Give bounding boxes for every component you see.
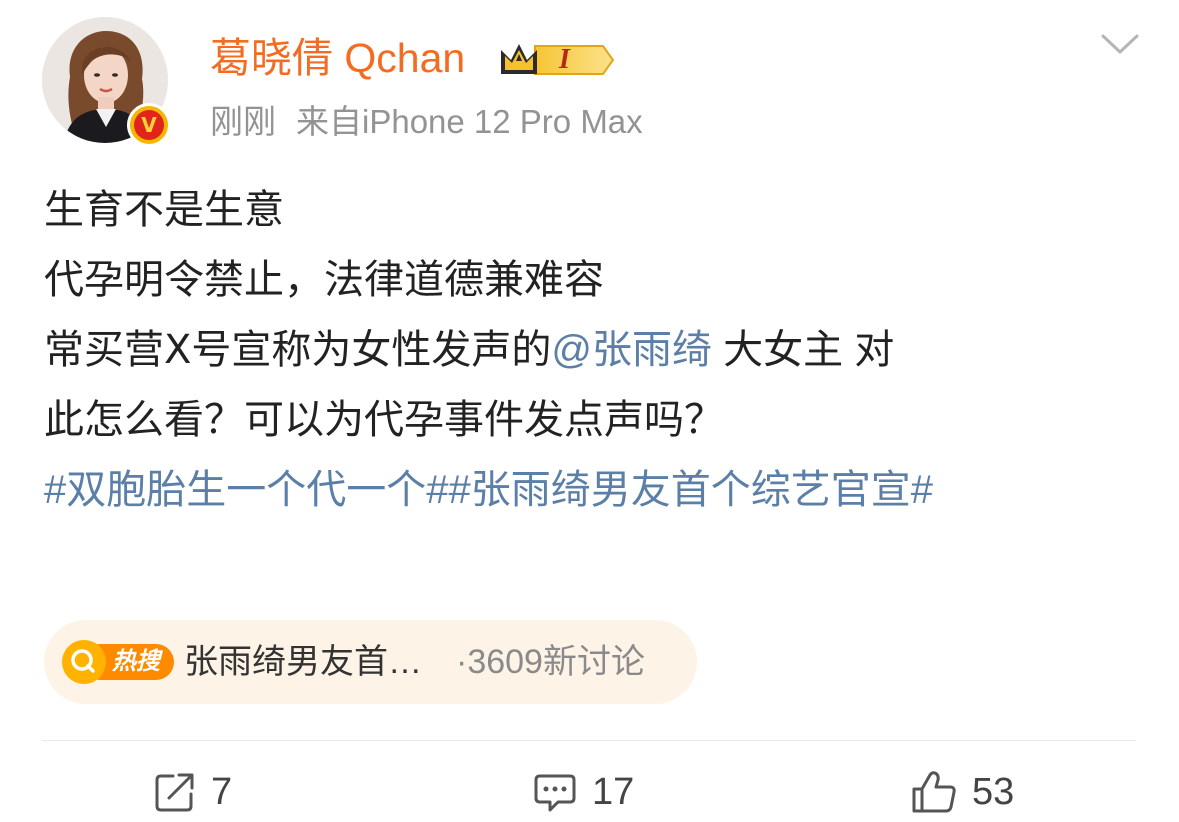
content-line: 常买营Ⅹ号宣称为女性发声的@张雨绮 大女主 对 [44,315,1144,385]
post-content: 生育不是生意 代孕明令禁止，法律道德兼难容 常买营Ⅹ号宣称为女性发声的@张雨绮 … [44,175,1144,525]
content-text: 常买营Ⅹ号宣称为女性发声的 [44,328,552,372]
content-line: 生育不是生意 [44,188,284,232]
author-name[interactable]: 葛晓倩 Qchan [210,32,465,84]
post-meta: 刚刚 来自iPhone 12 Pro Max [210,100,643,144]
vip-badge[interactable]: I [497,38,615,82]
divider [42,740,1136,741]
repost-button[interactable]: 7 [153,762,232,822]
content-line: 代孕明令禁止，法律道德兼难容 [44,258,604,302]
post-source[interactable]: 来自iPhone 12 Pro Max [296,103,643,140]
comment-button[interactable]: 17 [532,762,634,822]
like-count: 53 [972,771,1015,813]
hashtag-links[interactable]: #双胞胎生一个代一个##张雨绮男友首个综艺官宣# [44,455,1144,525]
like-button[interactable]: 53 [910,762,1014,822]
hot-search-card[interactable]: 热搜 张雨绮男友首… ·3609新讨论 [44,620,697,704]
comment-icon [534,774,576,812]
share-icon [155,773,194,812]
verified-badge-icon: V [127,103,171,147]
thumbs-up-icon [912,771,956,813]
mention-link[interactable]: @张雨绮 [551,328,712,372]
hot-search-badge-label: 热搜 [112,648,160,675]
repost-count: 7 [211,771,233,813]
hot-search-count: ·3609新讨论 [456,643,645,681]
crown-icon [501,44,537,74]
content-line: 此怎么看？可以为代孕事件发点声吗？ [44,398,724,442]
content-text: 大女主 对 [712,328,895,372]
chevron-down-icon[interactable] [1099,30,1141,58]
hot-search-title: 张雨绮男友首… [184,643,422,681]
verified-mark: V [134,110,164,140]
comment-count: 17 [592,771,635,813]
post-time: 刚刚 [210,103,276,140]
vip-level: I [559,44,570,75]
